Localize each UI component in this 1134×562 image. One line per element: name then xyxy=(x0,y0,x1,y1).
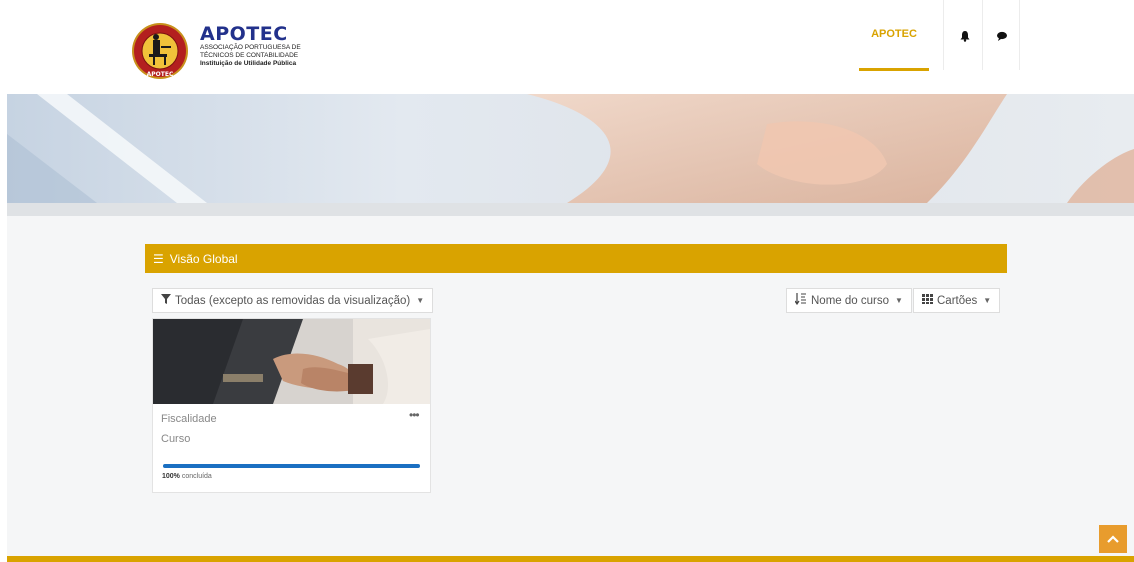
nav-item-apotec[interactable]: APOTEC xyxy=(859,0,929,71)
logo-text[interactable]: APOTEC ASSOCIAÇÃO PORTUGUESA DE TÉCNICOS… xyxy=(200,24,301,68)
site-header: APOTEC APOTEC ASSOCIAÇÃO PORTUGUESA DE T… xyxy=(0,0,1134,94)
overview-title: Visão Global xyxy=(169,251,238,266)
nav-divider xyxy=(982,0,983,70)
hero-banner-image xyxy=(7,94,1134,203)
course-progress-value: 100% xyxy=(162,473,180,480)
chevron-down-icon: ▼ xyxy=(983,296,992,305)
hamburger-icon: ☰ xyxy=(153,251,164,266)
nav-divider xyxy=(943,0,944,70)
course-image-handshake[interactable] xyxy=(153,319,430,404)
course-category: Fiscalidade xyxy=(161,413,217,425)
filter-icon xyxy=(161,294,171,307)
logo-title: APOTEC xyxy=(200,23,288,45)
chevron-down-icon: ▼ xyxy=(894,296,903,305)
filter-dropdown[interactable]: Todas (excepto as removidas da visualiza… xyxy=(152,288,434,313)
overview-panel-header: ☰ Visão Global xyxy=(145,244,1007,273)
chat-icon[interactable] xyxy=(990,24,1014,48)
view-dropdown[interactable]: Cartões ▼ xyxy=(913,288,1001,313)
course-progress-fill xyxy=(163,464,420,468)
logo-subtitle-line1: ASSOCIAÇÃO PORTUGUESA DE xyxy=(200,44,301,51)
course-progress-label: 100% concluída xyxy=(162,473,212,480)
chevron-down-icon: ▼ xyxy=(416,296,425,305)
filter-label: Todas (excepto as removidas da visualiza… xyxy=(175,294,411,307)
sort-alpha-icon xyxy=(794,293,807,308)
back-to-top-button[interactable] xyxy=(1099,525,1127,553)
svg-text:APOTEC: APOTEC xyxy=(147,71,174,78)
footer-accent-bar xyxy=(7,556,1134,562)
logo-subtitle-line3: Instituição de Utilidade Pública xyxy=(200,60,297,67)
course-progress-text: concluída xyxy=(181,473,212,480)
chevron-up-icon xyxy=(1107,535,1119,543)
grid-icon xyxy=(922,294,933,307)
banner-divider xyxy=(7,203,1134,216)
course-progress-bar xyxy=(163,464,420,468)
view-label: Cartões xyxy=(937,294,978,307)
logo-subtitle-line2: TÉCNICOS DE CONTABILIDADE xyxy=(200,51,299,59)
course-title[interactable]: Curso xyxy=(161,433,190,445)
apotec-seal-logo[interactable]: APOTEC xyxy=(131,22,189,80)
more-options-icon[interactable]: ••• xyxy=(409,408,420,422)
nav-divider xyxy=(1019,0,1020,70)
course-card[interactable]: Fiscalidade ••• Curso 100% concluída xyxy=(152,318,431,493)
sort-label: Nome do curso xyxy=(811,294,889,307)
bell-icon[interactable] xyxy=(953,24,977,48)
sort-dropdown[interactable]: Nome do curso ▼ xyxy=(786,288,912,313)
